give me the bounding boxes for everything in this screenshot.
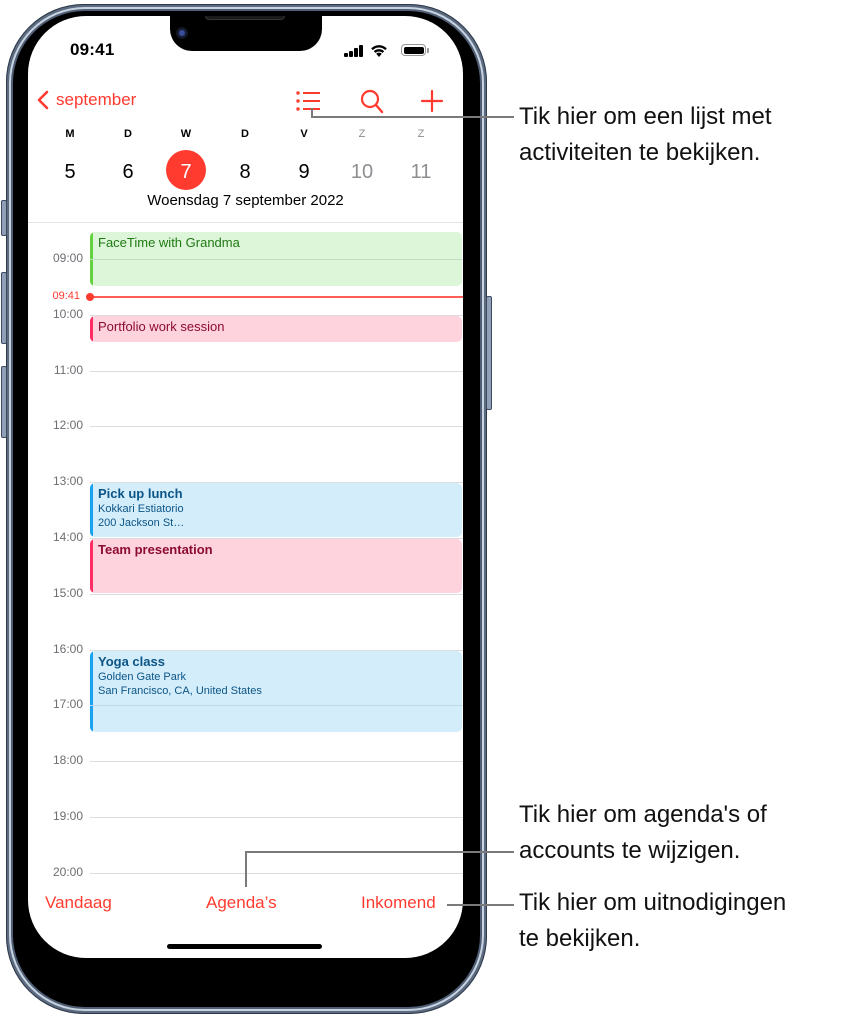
hour-label: 15:00 bbox=[52, 585, 83, 600]
side-button-volume-up bbox=[1, 272, 7, 344]
event-hour-gridline bbox=[90, 258, 462, 260]
chevron-left-icon bbox=[37, 90, 49, 110]
weekday-letter: M bbox=[65, 128, 75, 140]
calendar-event[interactable]: Team presentation bbox=[90, 539, 462, 593]
back-to-month-button[interactable]: september bbox=[36, 86, 136, 114]
wifi-icon bbox=[371, 45, 387, 57]
event-location: San Francisco, CA, United States bbox=[98, 684, 262, 697]
event-color-bar bbox=[90, 539, 93, 593]
phone-screen: 09:41 september M 5 D 6 W 7 D 8 V 9 Z 10 Z 11 Woensda… bbox=[28, 16, 463, 958]
hour-gridline bbox=[90, 426, 463, 428]
day-number[interactable]: 6 bbox=[108, 152, 148, 192]
callout-inbox-line1: Tik hier om uitnodigingen bbox=[519, 889, 787, 916]
event-title: FaceTime with Grandma bbox=[98, 235, 240, 251]
day-number-selected[interactable]: 7 bbox=[166, 152, 206, 192]
today-button[interactable]: Vandaag bbox=[45, 893, 112, 913]
calendars-button[interactable]: Agenda’s bbox=[206, 893, 277, 913]
hour-label: 12:00 bbox=[52, 418, 83, 433]
event-title: Pick up lunch bbox=[98, 486, 183, 502]
event-title: Yoga class bbox=[98, 653, 165, 669]
hour-label: 10:00 bbox=[52, 306, 83, 321]
header-divider bbox=[28, 222, 463, 223]
callout-calendars-line2: accounts te wijzigen. bbox=[519, 837, 741, 864]
event-title: Portfolio work session bbox=[98, 318, 225, 334]
hour-label: 17:00 bbox=[52, 697, 83, 712]
list-view-icon[interactable] bbox=[294, 87, 324, 115]
event-hour-gridline bbox=[90, 705, 462, 707]
notch bbox=[170, 16, 322, 51]
add-event-icon[interactable] bbox=[417, 87, 447, 115]
hour-gridline bbox=[90, 370, 463, 372]
status-time: 09:41 bbox=[70, 40, 115, 59]
day-number[interactable]: 11 bbox=[401, 152, 441, 192]
calendar-event[interactable]: Portfolio work session bbox=[90, 315, 462, 342]
weekday-letter: D bbox=[241, 128, 249, 140]
calendar-event[interactable]: Yoga class Golden Gate Park San Francisco,… bbox=[90, 650, 462, 733]
hour-label: 14:00 bbox=[52, 530, 83, 544]
hour-gridline bbox=[90, 761, 463, 763]
event-color-bar bbox=[90, 483, 93, 537]
weekday-letter: D bbox=[124, 128, 132, 140]
weekday-letter: Z bbox=[417, 128, 425, 140]
weekday-letter: W bbox=[180, 128, 192, 140]
hour-label: 16:00 bbox=[52, 641, 83, 656]
event-color-bar bbox=[90, 315, 93, 342]
weekday-letter: Z bbox=[358, 128, 366, 140]
hour-gridline bbox=[90, 817, 463, 818]
hour-gridline bbox=[90, 593, 463, 595]
hour-label: 20:00 bbox=[52, 864, 83, 879]
hour-label: 11:00 bbox=[53, 362, 83, 377]
current-time-dot bbox=[86, 293, 94, 302]
day-number[interactable]: 8 bbox=[225, 152, 265, 192]
hour-label: 19:00 bbox=[52, 809, 83, 823]
side-button-power bbox=[486, 296, 492, 410]
front-camera bbox=[176, 27, 188, 39]
inbox-button[interactable]: Inkomend bbox=[361, 893, 436, 913]
back-label: september bbox=[56, 90, 137, 109]
weekday-letter: V bbox=[300, 128, 308, 140]
selected-date-title: Woensdag 7 september 2022 bbox=[147, 192, 344, 209]
calendar-event[interactable]: Pick up lunch Kokkari Estiatorio 200 Jacks… bbox=[90, 483, 462, 537]
hour-label: 13:00 bbox=[52, 474, 83, 489]
home-indicator[interactable] bbox=[167, 944, 322, 949]
current-time-label: 09:41 bbox=[52, 290, 80, 303]
day-number[interactable]: 9 bbox=[284, 152, 324, 192]
current-time-line bbox=[88, 296, 463, 299]
day-number[interactable]: 5 bbox=[50, 152, 90, 192]
speaker-grille bbox=[205, 16, 285, 20]
cellular-signal-icon bbox=[344, 45, 366, 57]
callout-line-list-h bbox=[311, 116, 514, 118]
day-number[interactable]: 10 bbox=[342, 152, 382, 192]
event-location: Kokkari Estiatorio bbox=[98, 503, 184, 516]
side-button-volume-down bbox=[1, 366, 7, 438]
callout-list-line1: Tik hier om een lijst met bbox=[519, 103, 772, 130]
battery-tip bbox=[427, 48, 429, 53]
calendar-event[interactable]: FaceTime with Grandma bbox=[90, 232, 462, 286]
callout-line-calendars-h bbox=[245, 851, 514, 853]
callout-line-inbox bbox=[447, 904, 514, 906]
side-button-silent bbox=[1, 200, 7, 236]
event-location: Golden Gate Park bbox=[98, 670, 187, 683]
callout-inbox-line2: te bekijken. bbox=[519, 925, 641, 952]
callout-calendars-line1: Tik hier om agenda's of bbox=[519, 801, 767, 828]
battery-icon bbox=[401, 44, 426, 56]
event-color-bar bbox=[90, 650, 93, 733]
search-icon[interactable] bbox=[357, 87, 387, 115]
hour-label: 18:00 bbox=[52, 753, 83, 768]
event-location: 200 Jackson St… bbox=[98, 517, 185, 530]
hour-gridline bbox=[90, 872, 463, 874]
callout-line-calendars bbox=[245, 851, 247, 887]
callout-list-line2: activiteiten te bekijken. bbox=[519, 139, 761, 166]
hour-label: 09:00 bbox=[52, 251, 83, 265]
event-title: Team presentation bbox=[98, 542, 213, 557]
